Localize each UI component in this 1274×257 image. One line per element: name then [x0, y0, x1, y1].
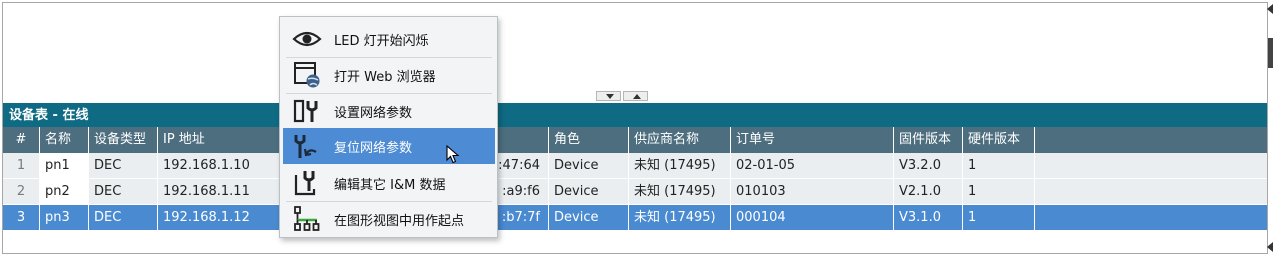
device-name-cell[interactable]: pn1	[40, 153, 89, 178]
col-header-index[interactable]: #	[3, 127, 40, 153]
scroll-thumb[interactable]	[1268, 38, 1273, 68]
table-row[interactable]: 1 pn1 DEC 192.168.1.10 :47:64 Device 未知 …	[3, 153, 1267, 179]
menu-item-flash-led[interactable]: LED 灯开始闪烁	[280, 21, 497, 57]
col-header-order[interactable]: 订单号	[731, 127, 894, 153]
firmware-cell: V3.2.0	[894, 153, 963, 178]
graph-start-icon	[290, 205, 324, 233]
col-header-firmware[interactable]: 固件版本	[894, 127, 963, 153]
table-row[interactable]: 2 pn2 DEC 192.168.1.11 :a9:f6 Device 未知 …	[3, 179, 1267, 205]
table-header: # 名称 设备类型 IP 地址 角色 供应商名称 订单号 固件版本 硬件版本	[3, 127, 1267, 153]
eye-icon	[290, 25, 324, 53]
col-header-device-type[interactable]: 设备类型	[89, 127, 158, 153]
ip-cell: 192.168.1.10	[158, 153, 296, 178]
vendor-cell: 未知 (17495)	[629, 179, 731, 204]
ip-cell: 192.168.1.11	[158, 179, 296, 204]
web-browser-icon	[290, 61, 324, 89]
table-row-selected[interactable]: 3 pn3 DEC 192.168.1.12 :b7:7f Device 未知 …	[3, 205, 1267, 231]
menu-item-label: LED 灯开始闪烁	[334, 33, 429, 49]
device-table: # 名称 设备类型 IP 地址 角色 供应商名称 订单号 固件版本 硬件版本 1…	[3, 127, 1267, 231]
device-type-cell: DEC	[89, 205, 158, 230]
role-cell: Device	[549, 205, 629, 230]
hardware-cell: 1	[963, 179, 1035, 204]
device-type-cell: DEC	[89, 179, 158, 204]
menu-item-set-network-params[interactable]: 设置网络参数	[280, 93, 497, 129]
hardware-cell: 1	[963, 153, 1035, 178]
col-header-ip[interactable]: IP 地址	[158, 127, 296, 153]
vendor-cell: 未知 (17495)	[629, 205, 731, 230]
row-index: 3	[3, 205, 40, 230]
menu-item-label: 复位网络参数	[334, 140, 413, 156]
order-cell: 02-01-05	[731, 153, 894, 178]
col-header-filler	[1035, 127, 1267, 153]
role-cell: Device	[549, 153, 629, 178]
filler-cell	[1035, 205, 1267, 230]
menu-item-label: 打开 Web 浏览器	[334, 69, 436, 85]
device-name-cell[interactable]: pn2	[40, 179, 89, 204]
vendor-cell: 未知 (17495)	[629, 153, 731, 178]
role-cell: Device	[549, 179, 629, 204]
menu-item-open-web-browser[interactable]: 打开 Web 浏览器	[280, 57, 497, 93]
col-header-vendor[interactable]: 供应商名称	[629, 127, 731, 153]
edit-im-data-icon	[290, 169, 324, 197]
col-header-hardware[interactable]: 硬件版本	[963, 127, 1035, 153]
collapse-down-button[interactable]	[596, 91, 621, 101]
hardware-cell: 1	[963, 205, 1035, 230]
col-header-name[interactable]: 名称	[40, 127, 89, 153]
menu-item-edit-im-data[interactable]: 编辑其它 I&M 数据	[280, 165, 497, 201]
menu-item-label: 在图形视图中用作起点	[334, 213, 465, 229]
panel-splitter	[596, 91, 650, 101]
row-index: 2	[3, 179, 40, 204]
order-cell: 000104	[731, 205, 894, 230]
filler-cell	[1035, 179, 1267, 204]
panel-title: 设备表 - 在线	[3, 103, 1267, 127]
row-index: 1	[3, 153, 40, 178]
menu-item-use-as-start-point[interactable]: 在图形视图中用作起点	[280, 201, 497, 237]
menu-item-reset-network-params[interactable]: 复位网络参数	[283, 128, 495, 164]
network-settings-icon	[290, 97, 324, 125]
menu-item-label: 设置网络参数	[334, 105, 413, 121]
mouse-pointer-icon	[446, 145, 460, 164]
context-menu: LED 灯开始闪烁 打开 Web 浏览器 设置网络参数 复位网络参数 编辑其它 …	[279, 16, 498, 238]
device-name-cell[interactable]: pn3	[40, 205, 89, 230]
order-cell: 010103	[731, 179, 894, 204]
firmware-cell: V2.1.0	[894, 179, 963, 204]
right-edge-scroll[interactable]	[1266, 0, 1274, 257]
menu-item-label: 编辑其它 I&M 数据	[334, 177, 446, 193]
expand-up-button[interactable]	[623, 91, 648, 101]
chevron-left-icon[interactable]	[1267, 242, 1273, 252]
filler-cell	[1035, 153, 1267, 178]
reset-network-icon	[290, 132, 324, 160]
firmware-cell: V3.1.0	[894, 205, 963, 230]
device-type-cell: DEC	[89, 153, 158, 178]
ip-cell: 192.168.1.12	[158, 205, 296, 230]
col-header-role[interactable]: 角色	[549, 127, 629, 153]
chevron-left-icon[interactable]	[1267, 4, 1273, 14]
